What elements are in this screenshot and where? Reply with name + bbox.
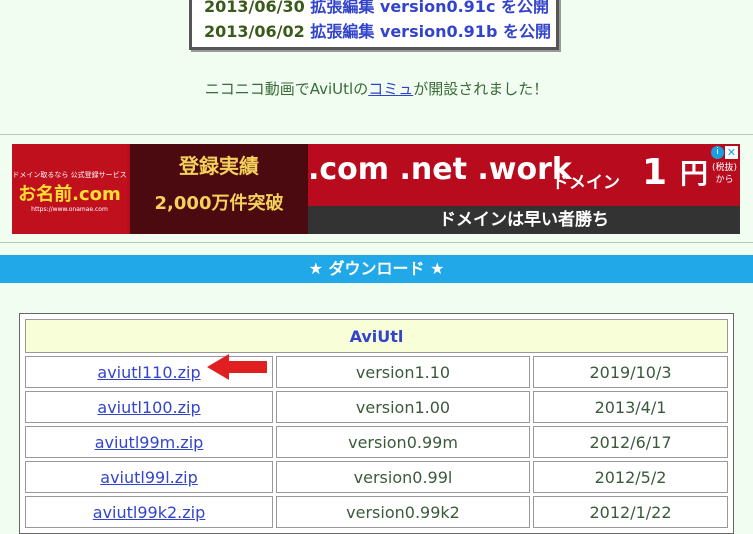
version-cell: version0.99k2 (276, 496, 530, 528)
ad-logo-name: お名前.com (18, 184, 121, 205)
ad-kara: から (715, 175, 734, 185)
ad-tlds: .com .net .work (308, 152, 572, 187)
news-link[interactable]: 拡張編集 version0.91b を公開 (310, 22, 551, 41)
date-cell: 2019/10/3 (533, 356, 728, 388)
divider (0, 134, 753, 135)
news-box: 2013/06/30 拡張編集 version0.91c を公開 2013/06… (189, 0, 559, 50)
download-link[interactable]: aviutl99l.zip (25, 461, 273, 493)
table-row: aviutl99m.zip version0.99m 2012/6/17 (25, 426, 728, 458)
news-item: 2013/06/30 拡張編集 version0.91c を公開 (204, 0, 549, 17)
download-link[interactable]: aviutl99m.zip (25, 426, 273, 458)
download-table: AviUtl aviutl110.zip version1.10 2019/10… (19, 313, 734, 534)
info-icon[interactable]: i (711, 146, 724, 159)
download-link[interactable]: aviutl100.zip (25, 391, 273, 423)
ad-tax: (税抜) から (712, 162, 737, 186)
news-link[interactable]: 拡張編集 version0.91c を公開 (310, 0, 549, 16)
date-cell: 2012/1/22 (533, 496, 728, 528)
ad-logo-tagline: ドメイン取るなら 公式登録サービス (12, 171, 127, 179)
ad-domain-label: ドメイン (552, 173, 620, 193)
close-icon[interactable]: ✕ (725, 146, 738, 159)
news-item: 2013/06/02 拡張編集 version0.91b を公開 (204, 18, 551, 42)
version-cell: version0.99l (276, 461, 530, 493)
ad-logo-url: https://www.onamae.com (31, 206, 108, 213)
download-section-header: ★ ダウンロード ★ (0, 255, 753, 283)
table-title: AviUtl (25, 319, 728, 353)
version-cell: version1.00 (276, 391, 530, 423)
news-date: 2013/06/30 (204, 0, 305, 16)
community-notice: ニコニコ動画でAviUtlのコミュが開設されました！ (0, 78, 753, 99)
divider (0, 242, 753, 243)
table-row: aviutl110.zip version1.10 2019/10/3 (25, 356, 728, 388)
table-row: aviutl99l.zip version0.99l 2012/5/2 (25, 461, 728, 493)
version-cell: version1.10 (276, 356, 530, 388)
date-cell: 2013/4/1 (533, 391, 728, 423)
table-row: aviutl100.zip version1.00 2013/4/1 (25, 391, 728, 423)
community-text-before: ニコニコ動画でAviUtlの (204, 80, 369, 98)
banner-ad[interactable]: ドメイン取るなら 公式登録サービス お名前.com https://www.on… (12, 144, 740, 234)
community-text-after: が開設されました！ (413, 80, 549, 98)
ad-slogan: ドメインは早い者勝ち (308, 206, 740, 234)
ad-yen: 円 (680, 157, 709, 190)
community-link[interactable]: コミュ (368, 80, 413, 98)
date-cell: 2012/6/17 (533, 426, 728, 458)
ad-logo[interactable]: ドメイン取るなら 公式登録サービス お名前.com https://www.on… (12, 144, 127, 234)
red-arrow-icon (207, 354, 267, 380)
version-cell: version0.99m (276, 426, 530, 458)
download-link[interactable]: aviutl99k2.zip (25, 496, 273, 528)
ad-price: 1 (642, 152, 668, 193)
ad-record-label: 登録実績 (179, 154, 259, 178)
news-date: 2013/06/02 (204, 22, 305, 41)
table-row: aviutl99k2.zip version0.99k2 2012/1/22 (25, 496, 728, 528)
ad-tax-note: (税抜) (712, 163, 738, 173)
date-cell: 2012/5/2 (533, 461, 728, 493)
ad-record: 登録実績 2,000万件突破 (130, 144, 308, 234)
ad-record-count: 2,000万件突破 (154, 193, 284, 214)
